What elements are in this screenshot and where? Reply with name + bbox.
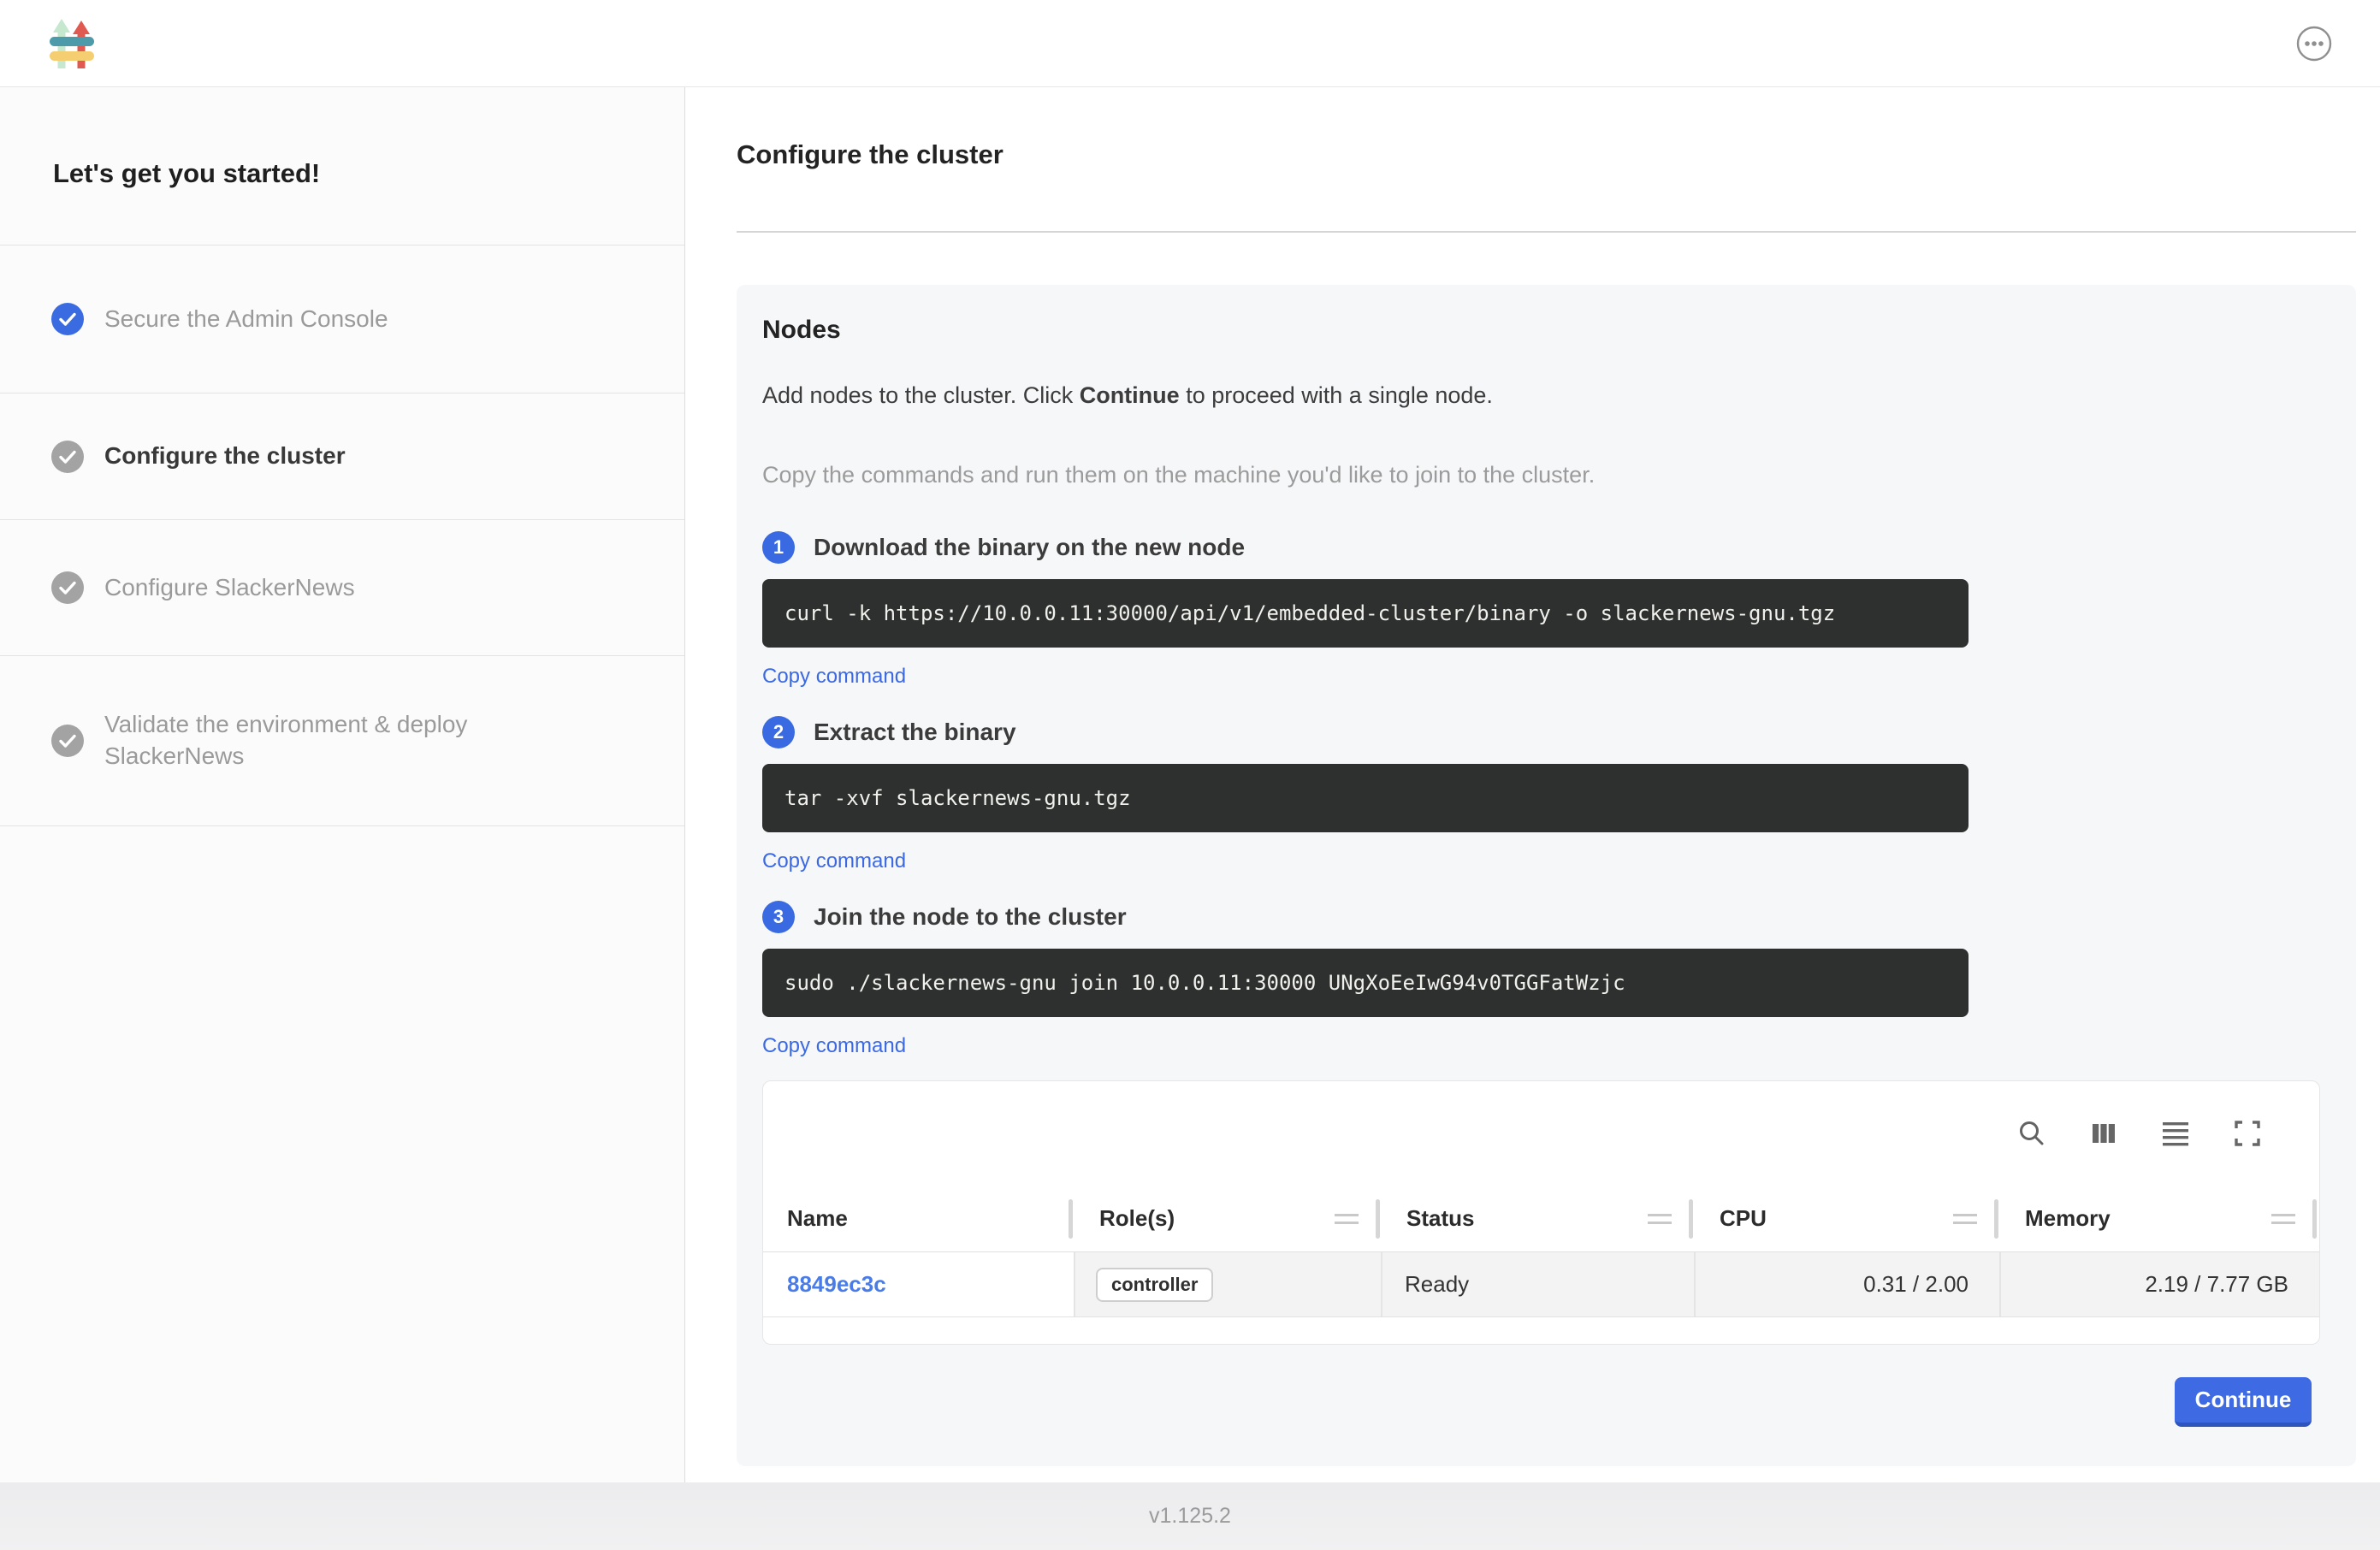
page-title: Configure the cluster <box>737 139 2356 170</box>
table-row: 8849ec3c controller Ready 0.31 / 2.00 2.… <box>763 1252 2319 1317</box>
nodes-card: Nodes Add nodes to the cluster. Click Co… <box>737 285 2356 1466</box>
nodes-table: Name Role(s) Status CPU <box>762 1080 2320 1345</box>
check-circle-pending-icon <box>51 441 84 473</box>
search-icon <box>2016 1139 2047 1151</box>
sidebar-item-configure-cluster: Configure the cluster <box>0 393 684 520</box>
step-title: Download the binary on the new node <box>814 534 1245 561</box>
column-header-status: Status <box>1382 1186 1696 1251</box>
column-header-name: Name <box>763 1186 1075 1251</box>
step-1-header: 1 Download the binary on the new node <box>762 531 2330 564</box>
check-circle-pending-icon <box>51 571 84 604</box>
command-text: tar -xvf slackernews-gnu.tgz <box>784 786 1131 810</box>
command-text: curl -k https://10.0.0.11:30000/api/v1/e… <box>784 601 1835 625</box>
version-label: v1.125.2 <box>1149 1504 1231 1529</box>
column-header-cpu: CPU <box>1696 1186 2001 1251</box>
node-name-link[interactable]: 8849ec3c <box>787 1271 886 1298</box>
command-box-extract[interactable]: tar -xvf slackernews-gnu.tgz <box>762 764 1969 832</box>
step-number-badge: 2 <box>762 716 795 748</box>
cell-node-memory: 2.19 / 7.77 GB <box>2001 1252 2319 1316</box>
sidebar-title: Let's get you started! <box>0 87 684 246</box>
role-chip: controller <box>1096 1268 1213 1302</box>
column-resize-handle[interactable] <box>1689 1199 1693 1239</box>
table-header-row: Name Role(s) Status CPU <box>763 1186 2319 1252</box>
sidebar-item-label: Secure the Admin Console <box>104 304 388 335</box>
cell-node-status: Ready <box>1382 1252 1696 1316</box>
check-circle-complete-icon <box>51 303 84 335</box>
copy-command-link[interactable]: Copy command <box>762 665 906 689</box>
step-title: Extract the binary <box>814 719 1016 746</box>
column-resize-handle[interactable] <box>1994 1199 1998 1239</box>
title-divider <box>737 231 2356 233</box>
nodes-heading: Nodes <box>762 316 2330 345</box>
drag-handle-icon[interactable] <box>1648 1214 1672 1224</box>
fullscreen-icon <box>2232 1139 2263 1151</box>
view-columns-icon <box>2088 1139 2119 1151</box>
table-search-button[interactable] <box>2016 1118 2047 1149</box>
main-content: Configure the cluster Nodes Add nodes to… <box>685 87 2380 1482</box>
sidebar-item-label: Validate the environment & deploy Slacke… <box>104 709 601 772</box>
drag-handle-icon[interactable] <box>2271 1214 2295 1224</box>
more-menu-button[interactable] <box>2296 26 2332 62</box>
table-columns-button[interactable] <box>2088 1118 2119 1149</box>
step-2-header: 2 Extract the binary <box>762 716 2330 748</box>
cell-node-roles: controller <box>1075 1252 1382 1316</box>
command-box-download[interactable]: curl -k https://10.0.0.11:30000/api/v1/e… <box>762 579 1969 648</box>
footer: v1.125.2 <box>0 1482 2380 1550</box>
cell-node-name: 8849ec3c <box>763 1252 1075 1316</box>
step-3-header: 3 Join the node to the cluster <box>762 901 2330 933</box>
step-number-badge: 1 <box>762 531 795 564</box>
nodes-intro: Add nodes to the cluster. Click Continue… <box>762 382 2330 409</box>
table-fullscreen-button[interactable] <box>2232 1118 2263 1149</box>
column-resize-handle[interactable] <box>2312 1199 2317 1239</box>
ellipsis-circle-icon <box>2296 51 2332 64</box>
setup-steps-sidebar: Let's get you started! Secure the Admin … <box>0 87 685 1482</box>
cell-node-cpu: 0.31 / 2.00 <box>1696 1252 2001 1316</box>
command-text: sudo ./slackernews-gnu join 10.0.0.11:30… <box>784 971 1625 995</box>
column-header-memory: Memory <box>2001 1186 2319 1251</box>
density-icon <box>2160 1139 2191 1151</box>
sidebar-item-label: Configure SlackerNews <box>104 572 355 604</box>
card-actions: Continue <box>762 1377 2330 1427</box>
column-resize-handle[interactable] <box>1376 1199 1380 1239</box>
sidebar-item-secure-admin-console: Secure the Admin Console <box>0 246 684 393</box>
drag-handle-icon[interactable] <box>1335 1214 1359 1224</box>
step-number-badge: 3 <box>762 901 795 933</box>
step-title: Join the node to the cluster <box>814 903 1127 931</box>
column-header-roles: Role(s) <box>1075 1186 1382 1251</box>
column-resize-handle[interactable] <box>1069 1199 1073 1239</box>
continue-button[interactable]: Continue <box>2175 1377 2312 1427</box>
copy-instruction: Copy the commands and run them on the ma… <box>762 462 2330 488</box>
slackernews-logo-icon <box>50 17 94 70</box>
command-box-join[interactable]: sudo ./slackernews-gnu join 10.0.0.11:30… <box>762 949 1969 1017</box>
check-circle-pending-icon <box>51 725 84 757</box>
table-density-button[interactable] <box>2160 1118 2191 1149</box>
sidebar-item-configure-slackernews: Configure SlackerNews <box>0 520 684 656</box>
copy-command-link[interactable]: Copy command <box>762 849 906 873</box>
sidebar-item-label: Configure the cluster <box>104 441 346 472</box>
copy-command-link[interactable]: Copy command <box>762 1034 906 1058</box>
drag-handle-icon[interactable] <box>1953 1214 1977 1224</box>
top-nav <box>0 0 2380 87</box>
sidebar-item-validate-deploy: Validate the environment & deploy Slacke… <box>0 656 684 826</box>
table-toolbar <box>763 1081 2319 1186</box>
